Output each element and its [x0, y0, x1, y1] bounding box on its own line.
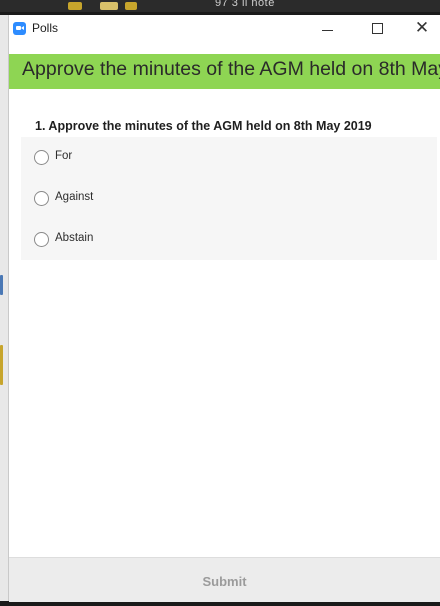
background-accent — [0, 345, 3, 385]
option-label: Against — [55, 191, 94, 203]
radio-button[interactable] — [34, 150, 49, 165]
background-desktop-strip: 97 3 ll note — [0, 0, 440, 12]
close-button[interactable]: ✕ — [402, 15, 440, 42]
minimize-icon — [322, 30, 333, 31]
title-bar[interactable]: Polls ✕ — [9, 15, 440, 42]
submit-button[interactable]: Submit — [9, 558, 440, 602]
poll-title-banner: Approve the minutes of the AGM held on 8… — [9, 54, 440, 89]
radio-button[interactable] — [34, 232, 49, 247]
radio-button[interactable] — [34, 191, 49, 206]
poll-question: 1. Approve the minutes of the AGM held o… — [35, 119, 372, 133]
background-blob — [68, 2, 82, 10]
background-blob — [125, 2, 137, 10]
option-abstain[interactable]: Abstain — [21, 219, 437, 260]
option-label: For — [55, 150, 73, 162]
polls-window: Polls ✕ Approve the minutes of the AGM h… — [8, 15, 440, 602]
close-icon: ✕ — [414, 18, 430, 38]
background-text: 97 3 ll note — [215, 0, 275, 9]
background-blob — [100, 2, 118, 10]
option-label: Abstain — [55, 232, 94, 244]
option-for[interactable]: For — [21, 137, 437, 178]
poll-footer: Submit — [9, 557, 440, 602]
window-title: Polls — [32, 21, 59, 35]
poll-options: For Against Abstain — [21, 137, 437, 260]
maximize-button[interactable] — [358, 15, 398, 42]
maximize-icon — [372, 23, 383, 34]
background-left-edge — [0, 15, 8, 601]
background-accent — [0, 275, 3, 295]
minimize-button[interactable] — [308, 15, 348, 42]
zoom-app-icon — [13, 22, 26, 35]
poll-title: Approve the minutes of the AGM held on 8… — [22, 58, 440, 80]
option-against[interactable]: Against — [21, 178, 437, 219]
